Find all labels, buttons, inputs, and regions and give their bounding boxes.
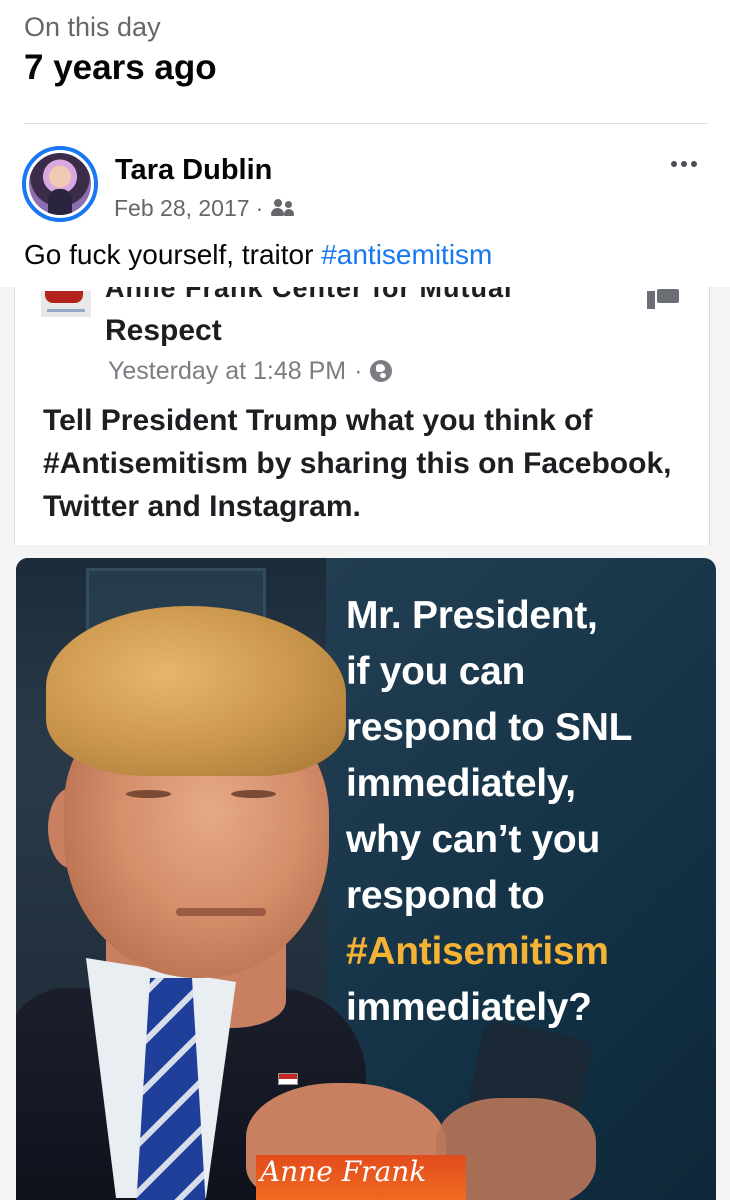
- post-text: Go fuck yourself, traitor #antisemitism: [24, 236, 492, 274]
- memory-kicker: On this day: [24, 12, 161, 42]
- post-date[interactable]: Feb 28, 2017: [114, 194, 250, 222]
- author-name[interactable]: Tara Dublin: [115, 153, 272, 187]
- shared-post-card: Anne Frank Center for Mutual Respect Yes…: [14, 287, 710, 545]
- meta-separator: ·: [255, 195, 264, 221]
- meme-line: respond to: [346, 874, 545, 917]
- hashtag-link[interactable]: #antisemitism: [321, 239, 492, 270]
- shared-timestamp: Yesterday at 1:48 PM: [108, 357, 347, 385]
- more-options-icon[interactable]: [664, 154, 704, 174]
- figure-eye-left: [126, 790, 171, 798]
- meme-line: why can’t you: [346, 818, 600, 861]
- meme-line: Mr. President,: [346, 594, 598, 637]
- flag-pin: [278, 1073, 298, 1085]
- meme-line: if you can: [346, 650, 526, 693]
- meme-text: Mr. President, if you can respond to SNL…: [346, 588, 706, 1036]
- meme-hashtag: #Antisemitism: [346, 930, 609, 973]
- meme-line: immediately,: [346, 762, 576, 805]
- meme-image: Mr. President, if you can respond to SNL…: [16, 558, 716, 1200]
- avatar[interactable]: [22, 146, 98, 222]
- shared-image[interactable]: Anne Frank Center for Mutual Respect Yes…: [0, 287, 730, 1200]
- post-header: Tara Dublin Feb 28, 2017 ·: [22, 146, 708, 226]
- post-body: Go fuck yourself, traitor: [24, 239, 314, 270]
- figure-eye-right: [231, 790, 276, 798]
- shared-separator: ·: [354, 357, 363, 385]
- avatar-image: [29, 153, 91, 215]
- bookmark-icon: [647, 289, 679, 309]
- figure-mouth: [176, 908, 266, 916]
- anne-frank-logo: Anne Frank: [260, 1155, 427, 1188]
- shared-meta: Yesterday at 1:48 PM ·: [108, 355, 393, 387]
- divider: [24, 123, 708, 124]
- page-name-cut: Anne Frank Center for Mutual: [105, 287, 513, 303]
- post-meta: Feb 28, 2017 ·: [114, 194, 295, 222]
- page-name: Respect: [105, 314, 222, 347]
- shared-post-text: Tell President Trump what you think of #…: [43, 404, 672, 523]
- memory-header: On this day 7 years ago: [24, 10, 217, 90]
- meme-line: immediately?: [346, 986, 592, 1029]
- meme-line: respond to SNL: [346, 706, 633, 749]
- globe-icon: [370, 360, 393, 382]
- friends-icon[interactable]: [271, 199, 295, 217]
- memory-title: 7 years ago: [24, 48, 217, 87]
- page-thumbnail: [41, 291, 91, 317]
